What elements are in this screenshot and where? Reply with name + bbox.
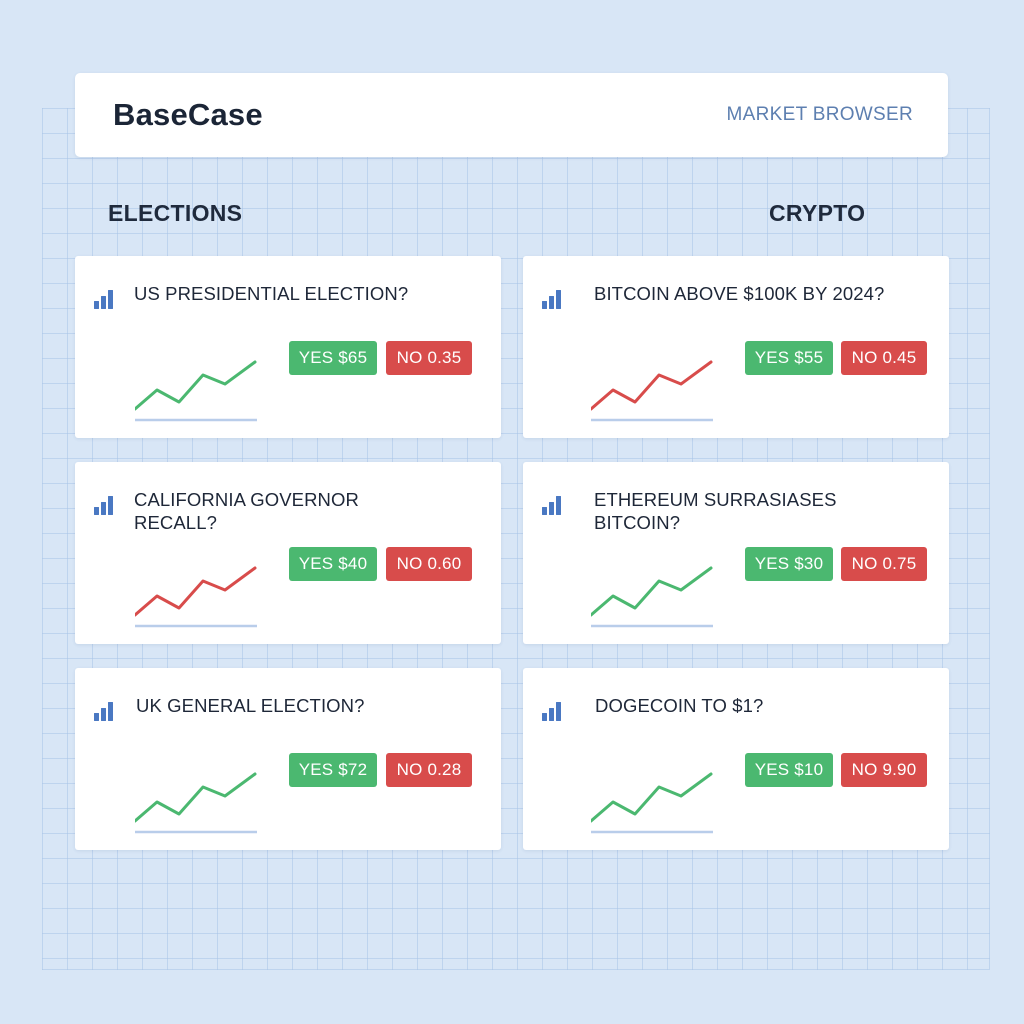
market-browser-link[interactable]: MARKET BROWSER bbox=[727, 104, 913, 126]
price-sparkline bbox=[135, 772, 257, 834]
section-title-elections: ELECTIONS bbox=[108, 200, 243, 226]
buy-yes-button[interactable]: YES $72 bbox=[289, 753, 377, 787]
market-browser-page: BaseCase MARKET BROWSER ELECTIONS CRYPTO… bbox=[0, 0, 1024, 1024]
buy-yes-button[interactable]: YES $10 bbox=[745, 753, 833, 787]
buy-yes-button[interactable]: YES $30 bbox=[745, 547, 833, 581]
buy-no-button[interactable]: NO 0.45 bbox=[841, 341, 927, 375]
price-sparkline bbox=[591, 566, 713, 628]
price-sparkline bbox=[591, 772, 713, 834]
buy-yes-button[interactable]: YES $40 bbox=[289, 547, 377, 581]
market-question: CALIFORNIA GOVERNOR RECALL? bbox=[134, 489, 359, 533]
price-sparkline bbox=[135, 566, 257, 628]
market-card-california-recall[interactable]: CALIFORNIA GOVERNOR RECALL? YES $40 NO 0… bbox=[75, 462, 501, 644]
market-question: ETHEREUM SURRASIASES BITCOIN? bbox=[594, 489, 837, 533]
price-sparkline bbox=[591, 360, 713, 422]
market-question: US PRESIDENTIAL ELECTION? bbox=[134, 283, 409, 304]
bar-chart-icon bbox=[542, 702, 561, 721]
market-question: DOGECOIN TO $1? bbox=[595, 695, 764, 716]
bar-chart-icon bbox=[94, 290, 113, 309]
top-header: BaseCase MARKET BROWSER bbox=[75, 73, 948, 157]
market-card-dogecoin[interactable]: DOGECOIN TO $1? YES $10 NO 9.90 bbox=[523, 668, 949, 850]
buy-no-button[interactable]: NO 0.60 bbox=[386, 547, 472, 581]
buy-no-button[interactable]: NO 9.90 bbox=[841, 753, 927, 787]
market-card-ethereum-bitcoin[interactable]: ETHEREUM SURRASIASES BITCOIN? YES $30 NO… bbox=[523, 462, 949, 644]
market-question: BITCOIN ABOVE $100K BY 2024? bbox=[594, 283, 885, 304]
bar-chart-icon bbox=[542, 496, 561, 515]
bar-chart-icon bbox=[94, 496, 113, 515]
bar-chart-icon bbox=[94, 702, 113, 721]
price-sparkline bbox=[135, 360, 257, 422]
buy-yes-button[interactable]: YES $65 bbox=[289, 341, 377, 375]
section-title-crypto: CRYPTO bbox=[769, 200, 866, 226]
buy-no-button[interactable]: NO 0.75 bbox=[841, 547, 927, 581]
bar-chart-icon bbox=[542, 290, 561, 309]
buy-no-button[interactable]: NO 0.28 bbox=[386, 753, 472, 787]
market-question: UK GENERAL ELECTION? bbox=[136, 695, 365, 716]
market-card-uk-general[interactable]: UK GENERAL ELECTION? YES $72 NO 0.28 bbox=[75, 668, 501, 850]
market-card-bitcoin-100k[interactable]: BITCOIN ABOVE $100K BY 2024? YES $55 NO … bbox=[523, 256, 949, 438]
buy-yes-button[interactable]: YES $55 bbox=[745, 341, 833, 375]
brand-logo[interactable]: BaseCase bbox=[113, 97, 263, 133]
buy-no-button[interactable]: NO 0.35 bbox=[386, 341, 472, 375]
market-card-us-presidential[interactable]: US PRESIDENTIAL ELECTION? YES $65 NO 0.3… bbox=[75, 256, 501, 438]
